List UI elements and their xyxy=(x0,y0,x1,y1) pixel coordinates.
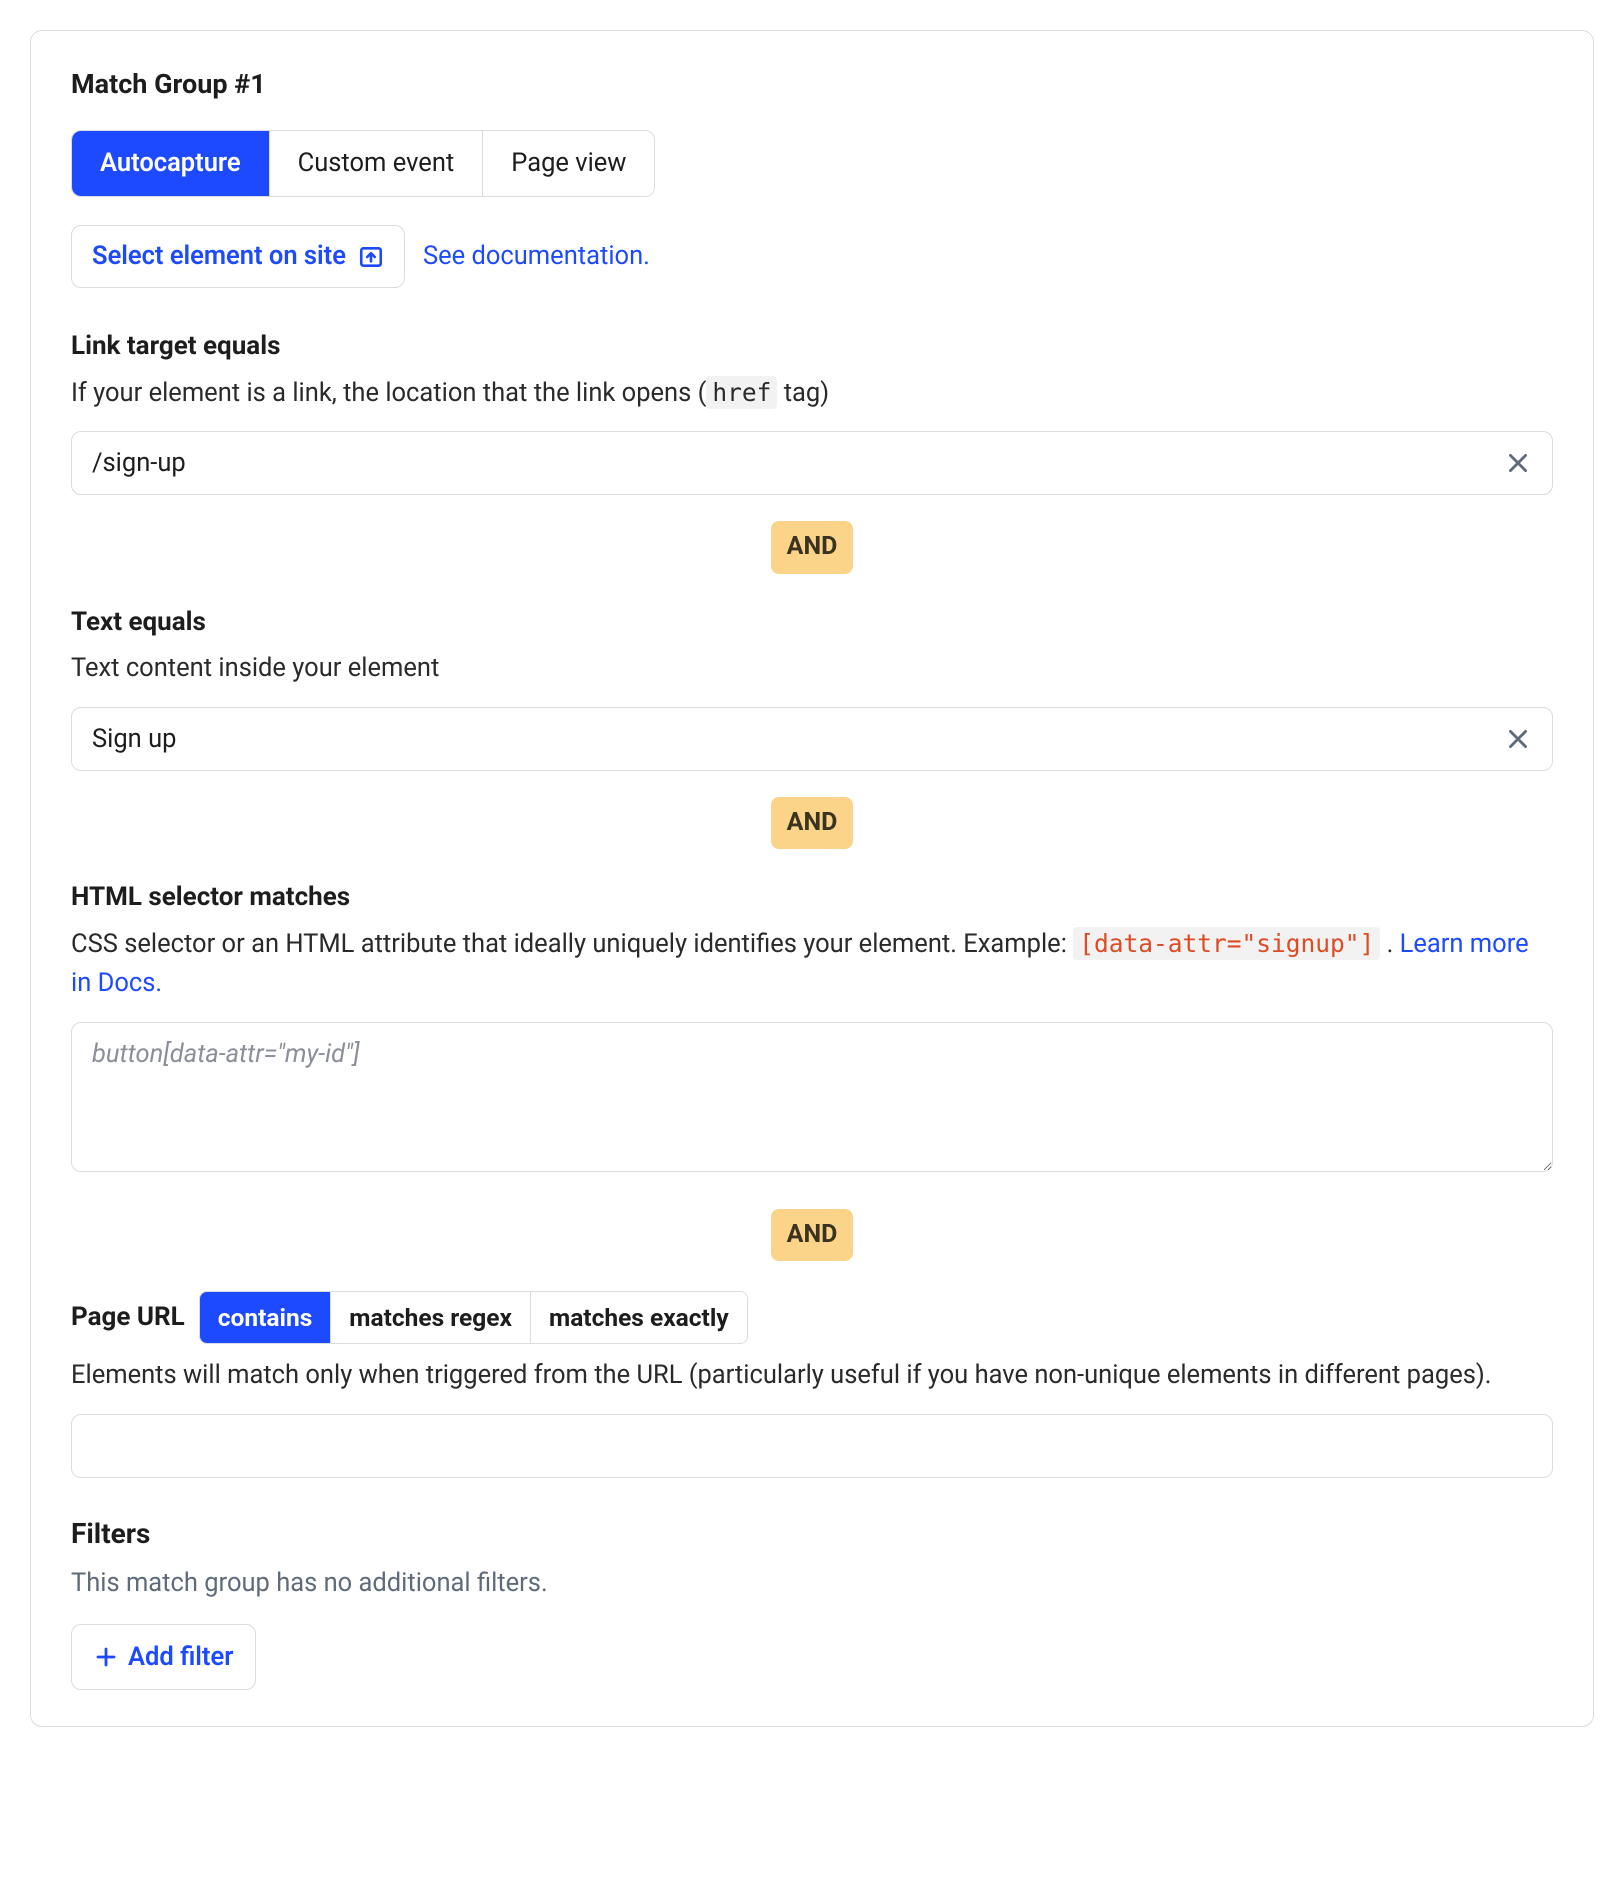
close-icon xyxy=(1505,726,1531,752)
select-element-label: Select element on site xyxy=(92,238,346,275)
add-filter-label: Add filter xyxy=(128,1639,233,1676)
clear-link-target-button[interactable] xyxy=(1505,450,1531,476)
link-target-desc-prefix: If your element is a link, the location … xyxy=(71,378,706,408)
page-url-label: Page URL xyxy=(71,1299,185,1337)
text-equals-input[interactable] xyxy=(71,707,1553,771)
tab-custom-event[interactable]: Custom event xyxy=(270,131,484,196)
and-label: AND xyxy=(771,797,854,849)
page-url-input[interactable] xyxy=(71,1414,1553,1478)
selector-desc-mid: . xyxy=(1387,929,1400,959)
and-separator-2: AND xyxy=(71,797,1553,849)
link-target-desc-suffix: tag) xyxy=(777,378,829,408)
link-target-desc: If your element is a link, the location … xyxy=(71,374,1553,414)
link-target-input-wrap xyxy=(71,431,1553,495)
and-separator-3: AND xyxy=(71,1209,1553,1261)
link-target-label: Link target equals xyxy=(71,328,1553,366)
url-mode-contains[interactable]: contains xyxy=(200,1292,332,1344)
selector-desc: CSS selector or an HTML attribute that i… xyxy=(71,925,1553,1004)
clear-text-equals-button[interactable] xyxy=(1505,726,1531,752)
tab-autocapture[interactable]: Autocapture xyxy=(72,131,270,196)
close-icon xyxy=(1505,450,1531,476)
see-documentation-link[interactable]: See documentation. xyxy=(423,238,650,275)
text-equals-input-wrap xyxy=(71,707,1553,771)
page-url-mode-tabs: contains matches regex matches exactly xyxy=(199,1291,748,1345)
event-type-tabs: Autocapture Custom event Page view xyxy=(71,130,655,197)
page-url-row: Page URL contains matches regex matches … xyxy=(71,1291,1553,1345)
text-equals-desc: Text content inside your element xyxy=(71,649,1553,689)
selector-input-wrap xyxy=(71,1022,1553,1183)
selector-example-code: [data-attr="signup"] xyxy=(1073,927,1380,960)
link-target-input[interactable] xyxy=(71,431,1553,495)
external-target-icon xyxy=(358,244,384,270)
text-equals-label: Text equals xyxy=(71,604,1553,642)
selector-desc-prefix: CSS selector or an HTML attribute that i… xyxy=(71,929,1073,959)
plus-icon xyxy=(94,1645,118,1669)
selector-input[interactable] xyxy=(71,1022,1553,1172)
and-label: AND xyxy=(771,521,854,573)
filters-title: Filters xyxy=(71,1514,1553,1555)
selector-label: HTML selector matches xyxy=(71,879,1553,917)
href-code: href xyxy=(706,376,777,409)
and-label: AND xyxy=(771,1209,854,1261)
and-separator-1: AND xyxy=(71,521,1553,573)
match-group-card: Match Group #1 Autocapture Custom event … xyxy=(30,30,1594,1727)
url-mode-regex[interactable]: matches regex xyxy=(331,1292,531,1344)
page-url-input-wrap xyxy=(71,1414,1553,1478)
page-url-desc: Elements will match only when triggered … xyxy=(71,1356,1553,1396)
url-mode-exact[interactable]: matches exactly xyxy=(531,1292,747,1344)
filters-empty-text: This match group has no additional filte… xyxy=(71,1565,1553,1602)
add-filter-button[interactable]: Add filter xyxy=(71,1624,256,1691)
tab-page-view[interactable]: Page view xyxy=(483,131,654,196)
select-element-button[interactable]: Select element on site xyxy=(71,225,405,288)
select-doc-row: Select element on site See documentation… xyxy=(71,225,1553,288)
match-group-title: Match Group #1 xyxy=(71,65,1553,104)
